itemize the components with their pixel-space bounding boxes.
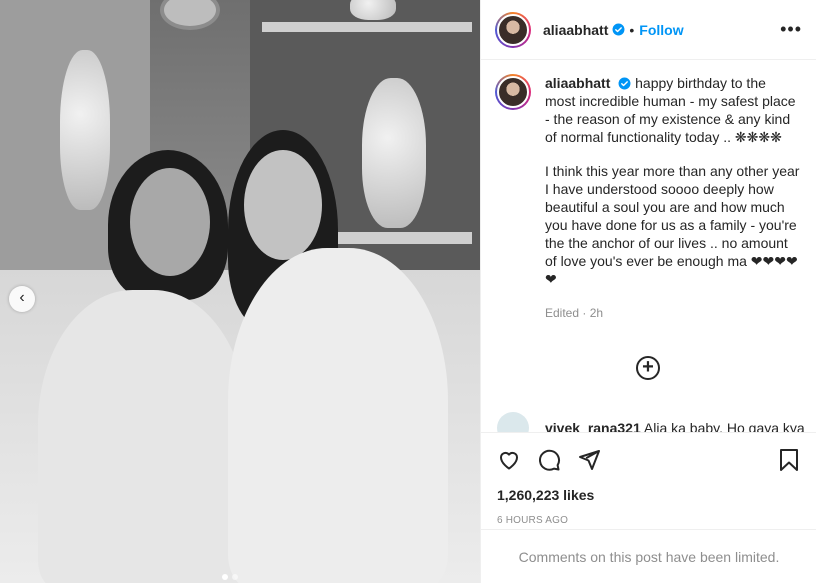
post-photo[interactable]: ‹	[0, 0, 480, 583]
header-username[interactable]: aliaabhatt	[543, 22, 608, 38]
edited-label: Edited	[545, 306, 580, 320]
verified-icon	[618, 77, 631, 90]
post-side-panel: aliaabhatt • Follow ••• aliaabhatt happy…	[480, 0, 816, 583]
photo-mirror	[160, 0, 220, 30]
caption-text: aliaabhatt happy birthday to the most in…	[545, 74, 800, 322]
photo-vase	[350, 0, 396, 20]
verified-icon	[612, 23, 625, 36]
comments-area: aliaabhatt happy birthday to the most in…	[481, 60, 816, 440]
caption-username[interactable]: aliaabhatt	[545, 75, 610, 91]
photo-vase	[362, 78, 426, 228]
save-button[interactable]	[775, 446, 803, 474]
photo-face	[130, 168, 210, 276]
carousel-prev-button[interactable]: ‹	[9, 286, 35, 312]
more-options-icon[interactable]: •••	[780, 19, 802, 40]
edited-info: Edited · 2h	[545, 304, 800, 322]
carousel-dot	[232, 574, 238, 580]
carousel-dots	[222, 574, 238, 580]
edited-separator: ·	[582, 306, 590, 320]
post-actions: 1,260,223 likes 6 HOURS AGO Comments on …	[481, 432, 816, 583]
photo-shelf	[262, 22, 472, 32]
like-count[interactable]: 1,260,223 likes	[481, 477, 816, 503]
edited-time: 2h	[589, 306, 604, 320]
photo-vase	[60, 50, 110, 210]
photo-face	[244, 150, 322, 260]
caption: aliaabhatt happy birthday to the most in…	[495, 74, 800, 322]
post-header: aliaabhatt • Follow •••	[481, 0, 816, 60]
follow-button[interactable]: Follow	[639, 22, 683, 38]
photo-figure	[38, 290, 248, 583]
bookmark-icon	[780, 449, 798, 471]
post-timestamp[interactable]: 6 HOURS AGO	[481, 503, 816, 526]
avatar[interactable]	[495, 11, 531, 48]
comment-icon	[539, 449, 560, 471]
add-circle-icon[interactable]: +	[636, 356, 660, 380]
caption-paragraph: I think this year more than any other ye…	[545, 163, 800, 287]
photo-figure	[228, 248, 448, 583]
heart-icon	[499, 451, 519, 470]
carousel-dot	[222, 574, 228, 580]
comment-button[interactable]	[535, 446, 563, 474]
share-button[interactable]	[575, 446, 603, 474]
like-button[interactable]	[495, 446, 523, 474]
header-separator: •	[629, 21, 635, 38]
action-icons	[481, 433, 816, 477]
chevron-left-icon: ‹	[19, 289, 25, 306]
comments-limited-notice: Comments on this post have been limited.	[481, 529, 816, 583]
avatar[interactable]	[495, 74, 531, 110]
share-icon	[579, 450, 600, 470]
